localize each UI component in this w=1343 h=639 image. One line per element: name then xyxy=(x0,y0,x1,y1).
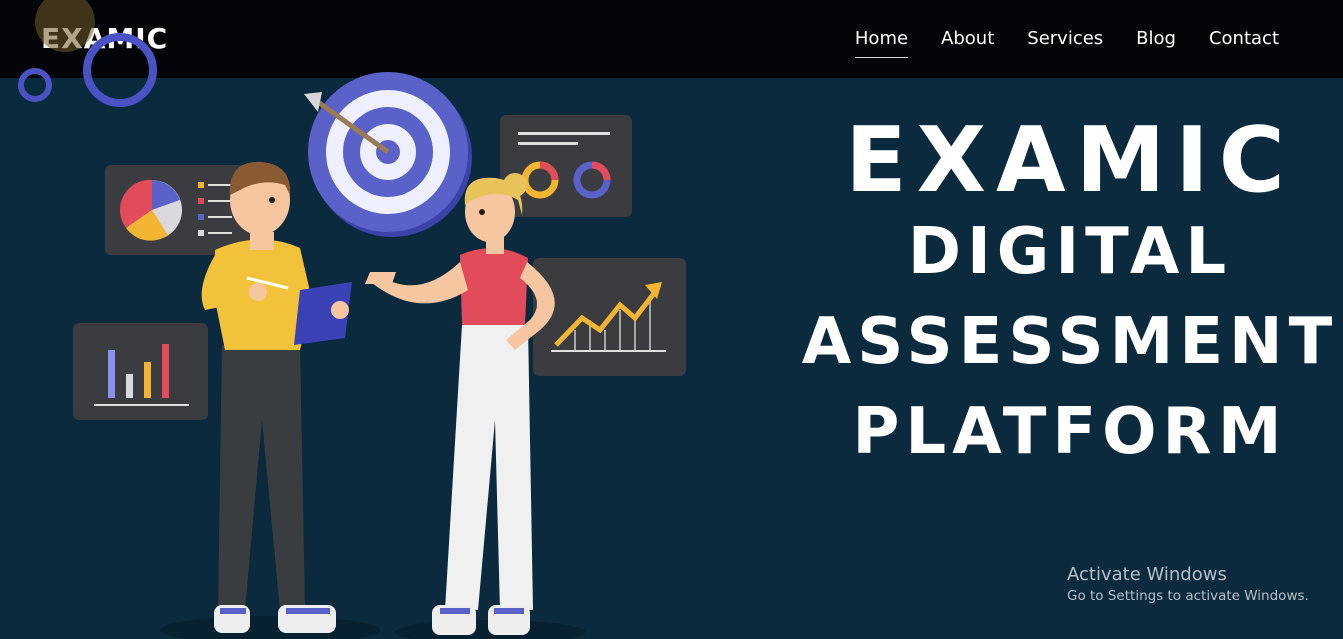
growth-chart-card xyxy=(533,258,686,376)
hero-illustration xyxy=(18,0,686,639)
nav-link-contact[interactable]: Contact xyxy=(1209,28,1279,58)
bar-chart-card xyxy=(73,323,208,420)
watermark-subtitle: Go to Settings to activate Windows. xyxy=(1067,588,1309,604)
hero-subtitle-line-2: ASSESSMENT xyxy=(801,305,1339,379)
hero-subtitle-line-3: PLATFORM xyxy=(852,395,1288,469)
nav-links: Home About Services Blog Contact xyxy=(854,28,1279,58)
nav-link-about[interactable]: About xyxy=(941,28,994,58)
navbar: EXAMIC Home About Services Blog Contact xyxy=(0,0,1343,78)
target-icon xyxy=(304,72,472,237)
activate-windows-watermark: Activate Windows Go to Settings to activ… xyxy=(1067,564,1309,604)
woman-figure xyxy=(365,173,585,639)
watermark-title: Activate Windows xyxy=(1067,564,1227,585)
nav-link-services[interactable]: Services xyxy=(1027,28,1103,58)
nav-link-blog[interactable]: Blog xyxy=(1136,28,1176,58)
hero-text: EXAMIC DIGITAL ASSESSMENT PLATFORM xyxy=(780,115,1343,477)
hero-subtitle-line-1: DIGITAL xyxy=(907,215,1233,289)
hero-title: EXAMIC xyxy=(845,108,1295,213)
nav-link-home[interactable]: Home xyxy=(854,28,909,58)
